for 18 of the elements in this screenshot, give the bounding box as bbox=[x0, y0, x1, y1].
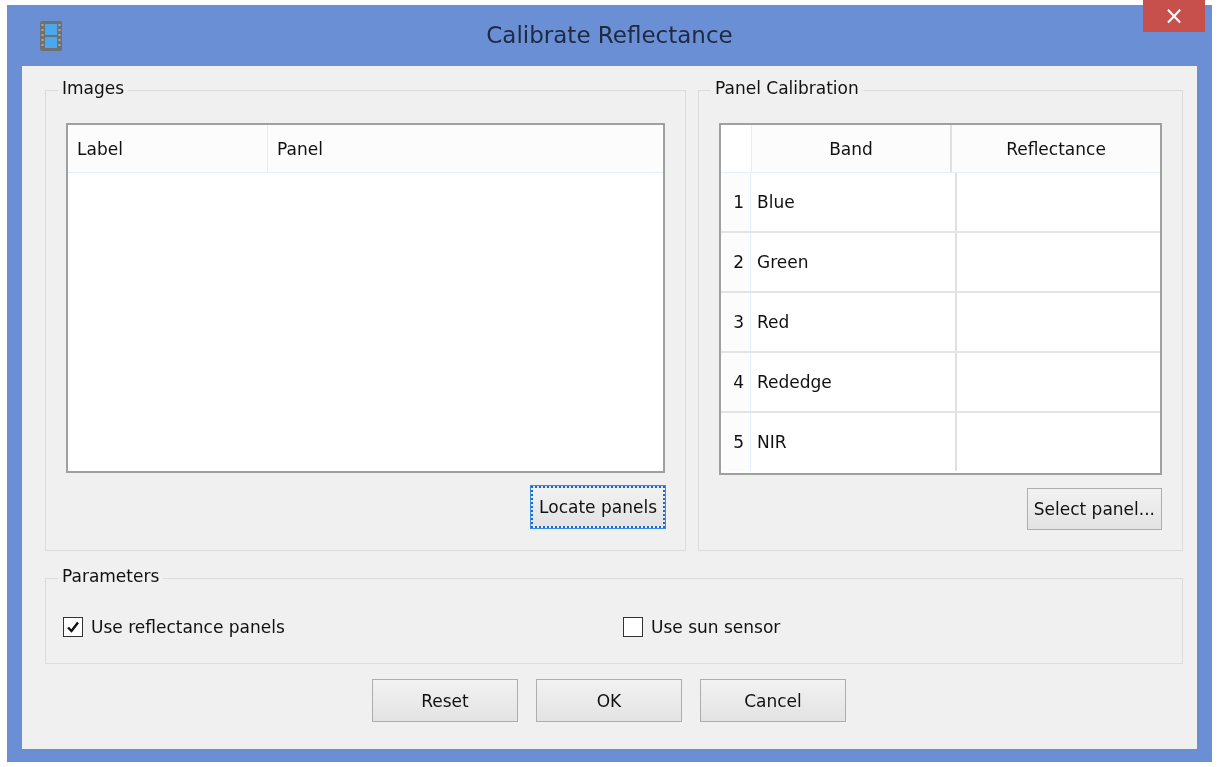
film-icon bbox=[40, 20, 62, 51]
checkbox-label[interactable]: Use sun sensor bbox=[651, 617, 781, 637]
dialog-button[interactable]: Cancel bbox=[700, 679, 846, 722]
select-panel-button[interactable]: Select panel... bbox=[1026, 488, 1162, 530]
table-cell: Green bbox=[751, 233, 957, 291]
table-cell: Rededge bbox=[751, 353, 957, 411]
checkbox[interactable] bbox=[63, 617, 83, 637]
dialog-button[interactable]: Reset bbox=[372, 679, 518, 722]
group-title: Images bbox=[58, 78, 129, 98]
dialog-button[interactable]: OK bbox=[536, 679, 682, 722]
close-button[interactable]: × bbox=[1143, 0, 1205, 32]
table-cell: Blue bbox=[751, 173, 957, 231]
table-cell: NIR bbox=[751, 413, 957, 471]
window-title: Calibrate Reflectance bbox=[486, 22, 733, 48]
checkbox-label[interactable]: Use reflectance panels bbox=[91, 617, 285, 637]
checkbox[interactable] bbox=[623, 617, 643, 637]
locate-panels-button[interactable]: Locate panels bbox=[531, 486, 665, 528]
table-cell: Red bbox=[751, 293, 957, 351]
